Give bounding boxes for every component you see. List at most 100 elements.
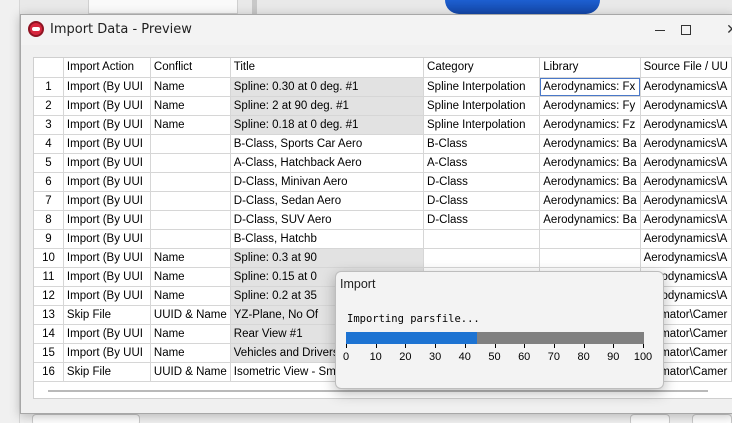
conflict-cell[interactable] <box>150 153 231 173</box>
source-file-cell[interactable]: Aerodynamics\A <box>640 134 732 154</box>
title-cell[interactable]: Spline: 0.18 at 0 deg. #1 <box>230 115 425 135</box>
import-action-cell[interactable]: Import (By UUI <box>63 229 151 249</box>
library-cell[interactable]: Aerodynamics: Fx <box>539 77 641 97</box>
title-cell[interactable]: Spline: 2 at 90 deg. #1 <box>230 96 425 116</box>
library-cell[interactable]: Aerodynamics: Fz <box>539 115 641 135</box>
header-category[interactable]: Category <box>423 58 541 78</box>
library-cell[interactable]: Aerodynamics: Ba <box>539 153 641 173</box>
header-source-file[interactable]: Source File / UU <box>640 58 732 78</box>
background-button <box>630 414 670 423</box>
table-row[interactable]: 7 Import (By UUI D-Class, Sedan Aero D-Clas… <box>34 191 732 211</box>
title-cell[interactable]: Spline: 0.3 at 90 <box>230 248 425 268</box>
table-row[interactable]: 4 Import (By UUI B-Class, Sports Car Aero B… <box>34 134 732 154</box>
title-cell[interactable]: B-Class, Sports Car Aero <box>230 134 425 154</box>
title-cell[interactable]: A-Class, Hatchback Aero <box>230 153 425 173</box>
header-library[interactable]: Library <box>539 58 641 78</box>
import-action-cell[interactable]: Import (By UUI <box>63 172 151 192</box>
library-cell[interactable]: Aerodynamics: Ba <box>539 191 641 211</box>
conflict-cell[interactable]: Name <box>150 115 231 135</box>
conflict-cell[interactable]: Name <box>150 343 231 363</box>
import-action-cell[interactable]: Import (By UUI <box>63 191 151 211</box>
conflict-cell[interactable]: UUID & Name <box>150 305 231 325</box>
import-action-cell[interactable]: Import (By UUI <box>63 248 151 268</box>
conflict-cell[interactable]: UUID & Name <box>150 362 231 382</box>
source-file-cell[interactable]: Aerodynamics\A <box>640 153 732 173</box>
conflict-cell[interactable]: Name <box>150 248 231 268</box>
header-title[interactable]: Title <box>230 58 425 78</box>
import-action-cell[interactable]: Import (By UUI <box>63 115 151 135</box>
background-tile <box>88 0 238 14</box>
category-cell[interactable]: D-Class <box>423 210 541 230</box>
source-file-cell[interactable]: Aerodynamics\A <box>640 96 732 116</box>
close-button[interactable]: ✕ <box>709 15 732 45</box>
scale-tick <box>553 344 555 348</box>
title-cell[interactable]: B-Class, Hatchb <box>230 229 425 249</box>
library-cell[interactable]: Aerodynamics: Fy <box>539 96 641 116</box>
source-file-cell[interactable]: Aerodynamics\A <box>640 248 732 268</box>
category-cell[interactable]: D-Class <box>423 172 541 192</box>
title-cell[interactable]: D-Class, SUV Aero <box>230 210 425 230</box>
conflict-cell[interactable]: Name <box>150 267 231 287</box>
source-file-cell[interactable]: Aerodynamics\A <box>640 172 732 192</box>
library-cell[interactable] <box>539 229 641 249</box>
import-action-cell[interactable]: Skip File <box>63 305 151 325</box>
table-row[interactable]: 6 Import (By UUI D-Class, Minivan Aero D-Cl… <box>34 172 732 192</box>
source-file-cell[interactable]: Aerodynamics\A <box>640 191 732 211</box>
maximize-button[interactable] <box>663 15 709 45</box>
source-file-cell[interactable]: Aerodynamics\A <box>640 115 732 135</box>
table-row[interactable]: 1 Import (By UUI Name Spline: 0.30 at 0 deg… <box>34 77 732 97</box>
import-action-cell[interactable]: Skip File <box>63 362 151 382</box>
library-cell[interactable]: Aerodynamics: Ba <box>539 172 641 192</box>
conflict-cell[interactable]: Name <box>150 324 231 344</box>
title-cell[interactable]: D-Class, Sedan Aero <box>230 191 425 211</box>
category-cell[interactable]: Spline Interpolation <box>423 96 541 116</box>
title-cell[interactable]: D-Class, Minivan Aero <box>230 172 425 192</box>
import-action-cell[interactable]: Import (By UUI <box>63 134 151 154</box>
conflict-cell[interactable] <box>150 210 231 230</box>
category-cell[interactable]: A-Class <box>423 153 541 173</box>
category-cell[interactable]: Spline Interpolation <box>423 115 541 135</box>
conflict-cell[interactable]: Name <box>150 77 231 97</box>
import-action-cell[interactable]: Import (By UUI <box>63 286 151 306</box>
table-row[interactable]: 2 Import (By UUI Name Spline: 2 at 90 deg. … <box>34 96 732 116</box>
conflict-cell[interactable] <box>150 229 231 249</box>
scale-label: 80 <box>577 351 590 363</box>
conflict-cell[interactable] <box>150 134 231 154</box>
table-row[interactable]: 10 Import (By UUI Name Spline: 0.3 at 90 Aer… <box>34 248 732 268</box>
scale-tick <box>346 344 347 348</box>
title-bar[interactable]: Import Data - Preview ✕ <box>21 15 732 45</box>
header-conflict[interactable]: Conflict <box>150 58 231 78</box>
table-row[interactable]: 8 Import (By UUI D-Class, SUV Aero D-Class A… <box>34 210 732 230</box>
import-action-cell[interactable]: Import (By UUI <box>63 324 151 344</box>
table-row[interactable]: 5 Import (By UUI A-Class, Hatchback Aero A-… <box>34 153 732 173</box>
category-cell[interactable]: B-Class <box>423 134 541 154</box>
category-cell[interactable] <box>423 248 541 268</box>
scale-tick <box>464 344 466 348</box>
category-cell[interactable] <box>423 229 541 249</box>
conflict-cell[interactable] <box>150 172 231 192</box>
conflict-cell[interactable]: Name <box>150 96 231 116</box>
import-action-cell[interactable]: Import (By UUI <box>63 153 151 173</box>
import-action-cell[interactable]: Import (By UUI <box>63 267 151 287</box>
table-row[interactable]: 3 Import (By UUI Name Spline: 0.18 at 0 deg… <box>34 115 732 135</box>
horizontal-scrollbar[interactable] <box>48 390 708 392</box>
import-action-cell[interactable]: Import (By UUI <box>63 77 151 97</box>
conflict-cell[interactable]: Name <box>150 286 231 306</box>
scale-tick <box>583 344 585 348</box>
source-file-cell[interactable]: Aerodynamics\A <box>640 77 732 97</box>
row-number-cell: 2 <box>34 96 64 116</box>
category-cell[interactable]: Spline Interpolation <box>423 77 541 97</box>
library-cell[interactable] <box>539 248 641 268</box>
category-cell[interactable]: D-Class <box>423 191 541 211</box>
title-cell[interactable]: Spline: 0.30 at 0 deg. #1 <box>230 77 425 97</box>
conflict-cell[interactable] <box>150 191 231 211</box>
library-cell[interactable]: Aerodynamics: Ba <box>539 210 641 230</box>
header-import-action[interactable]: Import Action <box>63 58 151 78</box>
source-file-cell[interactable]: Aerodynamics\A <box>640 229 732 249</box>
source-file-cell[interactable]: Aerodynamics\A <box>640 210 732 230</box>
import-action-cell[interactable]: Import (By UUI <box>63 96 151 116</box>
import-action-cell[interactable]: Import (By UUI <box>63 210 151 230</box>
table-row[interactable]: 9 Import (By UUI B-Class, Hatchb Aerodynami… <box>34 229 732 249</box>
library-cell[interactable]: Aerodynamics: Ba <box>539 134 641 154</box>
import-action-cell[interactable]: Import (By UUI <box>63 343 151 363</box>
